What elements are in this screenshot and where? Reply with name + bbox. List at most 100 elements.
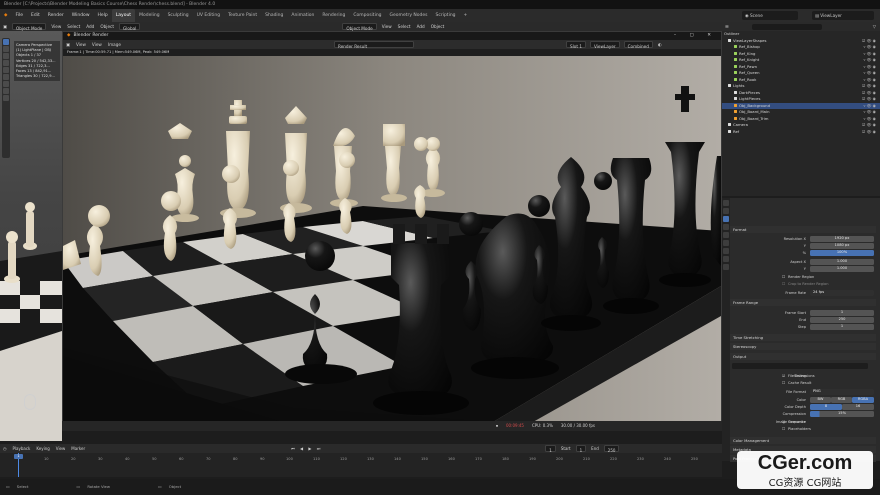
blender-logo-icon[interactable]: ◆ [0, 9, 11, 22]
tab-animation[interactable]: Animation [287, 9, 318, 22]
placeholders-checkbox[interactable]: ☐ [782, 426, 785, 432]
output-properties-icon[interactable] [723, 216, 729, 222]
tab-scripting[interactable]: Scripting [432, 9, 460, 22]
render-result-image[interactable] [63, 56, 721, 422]
menu-edit[interactable]: Edit [27, 9, 44, 22]
material-properties-icon[interactable] [723, 264, 729, 270]
mode-dropdown-right[interactable]: Object Mode [342, 23, 377, 31]
tab-geometry-nodes[interactable]: Geometry Nodes [386, 9, 432, 22]
resolution-pct-field[interactable]: 100% [810, 250, 874, 256]
playhead-frame-label[interactable]: 1 [14, 454, 23, 459]
start-frame-field[interactable]: 1 [575, 445, 587, 453]
output-path-field[interactable] [732, 363, 868, 369]
render-region-checkbox[interactable]: ☐ [782, 274, 785, 280]
timeline-menu-playback[interactable]: Playback [10, 444, 34, 453]
section-time-stretching[interactable]: Time Stretching [730, 334, 876, 341]
section-color-management[interactable]: Color Management [730, 437, 876, 444]
file-format-dropdown[interactable]: PNG [810, 389, 874, 395]
overwrite-checkbox[interactable]: ☑ [782, 419, 785, 425]
image-name-field[interactable]: Render Result [333, 41, 414, 49]
frame-rate-dropdown[interactable]: 24 fps [810, 290, 874, 296]
image-menu-view[interactable]: View [73, 40, 89, 49]
rotate-tool-icon[interactable] [3, 60, 9, 66]
world-properties-icon[interactable] [723, 240, 729, 246]
render-region-row[interactable]: ☐ Render Region [730, 274, 878, 280]
frame-step-field[interactable]: 1 [810, 324, 874, 330]
tab-layout[interactable]: Layout [111, 9, 136, 22]
transform-orientation-dropdown[interactable]: Global [118, 23, 141, 31]
window-controls[interactable]: – ▢ ✕ [674, 32, 721, 40]
cursor-tool-icon[interactable] [3, 46, 9, 52]
render-layer-dropdown[interactable]: ViewLayer [590, 41, 620, 49]
render-stop-icon[interactable]: ⏹ [492, 421, 502, 431]
frame-end-field[interactable]: 250 [810, 317, 874, 323]
tab-rendering[interactable]: Rendering [318, 9, 349, 22]
select-tool-icon[interactable] [3, 39, 9, 45]
aspect-x-field[interactable]: 1.000 [810, 259, 874, 265]
menu-file[interactable]: File [11, 9, 27, 22]
transform-tool-icon[interactable] [3, 74, 9, 80]
tab-shading[interactable]: Shading [261, 9, 287, 22]
menu-window[interactable]: Window [68, 9, 94, 22]
end-frame-field[interactable]: 250 [603, 445, 620, 453]
timeline-menu-view[interactable]: View [53, 444, 69, 453]
playback-controls[interactable]: ⏮ ◀ ▶ ⏭ [288, 444, 325, 453]
section-output[interactable]: Output [730, 353, 876, 360]
tab-sculpting[interactable]: Sculpting [164, 9, 193, 22]
tab-uv-editing[interactable]: UV Editing [193, 9, 224, 22]
tool-properties-icon[interactable] [723, 200, 729, 206]
viewport-menu-select-right[interactable]: Select [395, 22, 414, 31]
color-bw-button[interactable]: BW [810, 397, 831, 403]
render-pass-dropdown[interactable]: Combined [623, 41, 653, 49]
object-properties-icon[interactable] [723, 248, 729, 254]
viewport-menu-object[interactable]: Object [97, 22, 117, 31]
menu-render[interactable]: Render [44, 9, 68, 22]
add-cube-tool-icon[interactable] [3, 95, 9, 101]
image-editor-type-icon[interactable]: ▣ [63, 40, 73, 49]
timeline-menu-marker[interactable]: Marker [68, 444, 88, 453]
file-extensions-checkbox[interactable]: ☑ [782, 373, 785, 379]
render-slot-dropdown[interactable]: Slot 1 [565, 41, 586, 49]
color-depth-16-button[interactable]: 16 [842, 404, 874, 410]
mode-dropdown[interactable]: Object Mode [11, 23, 47, 31]
tab-texture-paint[interactable]: Texture Paint [224, 9, 261, 22]
viewport-menu-add-right[interactable]: Add [414, 22, 428, 31]
scene-properties-icon[interactable] [723, 232, 729, 238]
frame-start-field[interactable]: 1 [810, 310, 874, 316]
viewport-menu-object-right[interactable]: Object [428, 22, 448, 31]
aspect-y-field[interactable]: 1.000 [810, 266, 874, 272]
compression-slider[interactable]: 15% [810, 411, 874, 417]
annotate-tool-icon[interactable] [3, 81, 9, 87]
section-format[interactable]: Format [730, 226, 876, 233]
outliner-type-icon[interactable]: ☰ [722, 24, 732, 29]
resolution-y-field[interactable]: 1080 px [810, 243, 874, 249]
section-stereoscopy[interactable]: Stereoscopy [730, 343, 876, 350]
modifier-properties-icon[interactable] [723, 256, 729, 262]
outliner-search-input[interactable] [751, 23, 822, 30]
crop-row[interactable]: ☐ Crop to Render Region [730, 281, 878, 287]
viewport-menu-add[interactable]: Add [83, 22, 97, 31]
viewport-menu-view-right[interactable]: View [379, 22, 395, 31]
viewport-menu-view[interactable]: View [48, 22, 64, 31]
render-properties-icon[interactable] [723, 208, 729, 214]
filter-icon[interactable]: ▽ [873, 24, 880, 29]
move-tool-icon[interactable] [3, 53, 9, 59]
view-layer-properties-icon[interactable] [723, 224, 729, 230]
menu-help[interactable]: Help [94, 9, 112, 22]
outliner-row[interactable]: Ref ☑ 👁 ◉ [722, 129, 880, 136]
measure-tool-icon[interactable] [3, 88, 9, 94]
display-channels-icon[interactable]: ◐ [655, 40, 665, 49]
section-frame-range[interactable]: Frame Range [730, 299, 876, 306]
scene-selector[interactable]: ◉ Scene [742, 11, 798, 20]
crop-checkbox[interactable]: ☐ [782, 281, 785, 287]
add-workspace-button[interactable]: + [460, 9, 472, 22]
timeline-type-icon[interactable]: ◷ [0, 444, 10, 453]
viewport-menu-select[interactable]: Select [64, 22, 83, 31]
current-frame-field[interactable]: 1 [545, 445, 556, 453]
editor-type-icon[interactable]: ▣ [0, 22, 10, 31]
tab-compositing[interactable]: Compositing [349, 9, 385, 22]
scale-tool-icon[interactable] [3, 67, 9, 73]
image-menu-image[interactable]: Image [105, 40, 124, 49]
resolution-x-field[interactable]: 1920 px [810, 236, 874, 242]
timeline-menu-keying[interactable]: Keying [33, 444, 52, 453]
